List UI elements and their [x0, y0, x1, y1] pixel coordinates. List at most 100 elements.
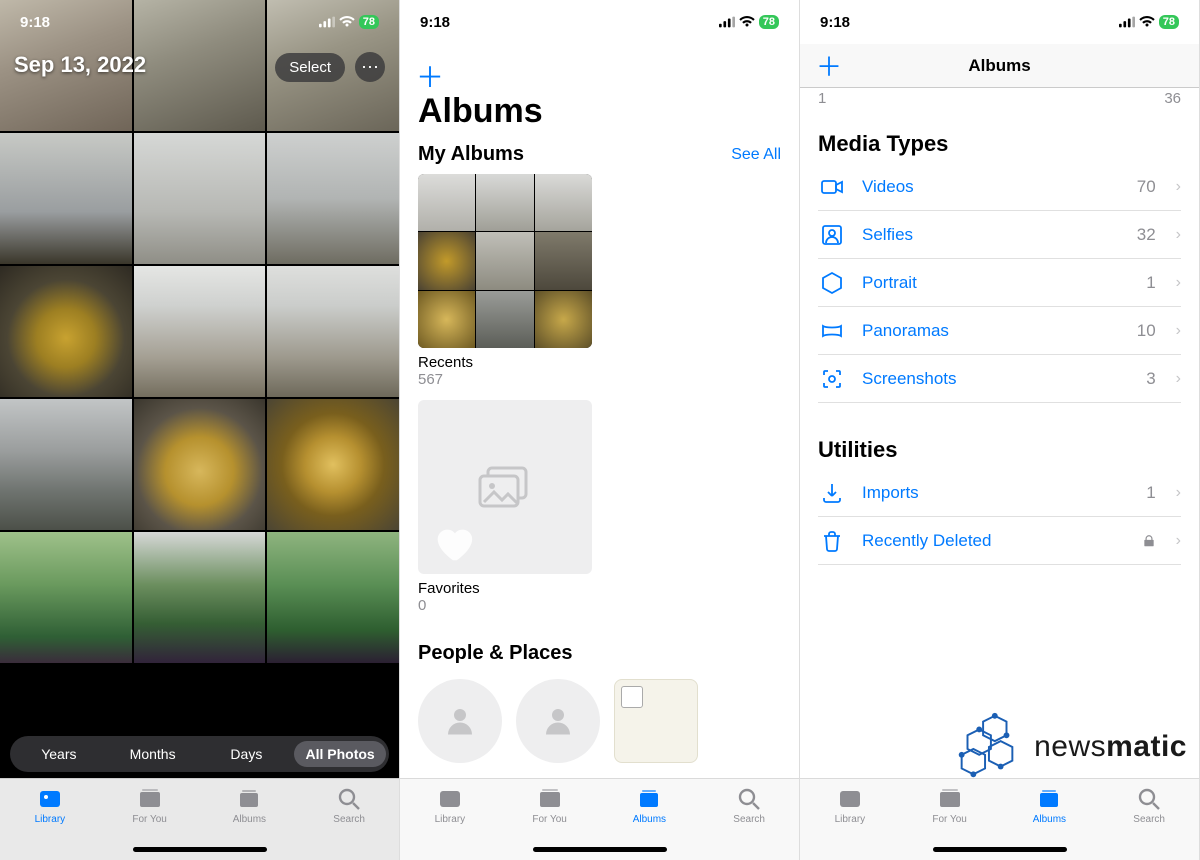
photo-thumbnail[interactable] — [0, 133, 132, 264]
select-button[interactable]: Select — [275, 53, 345, 82]
add-button[interactable]: ＋ — [416, 56, 444, 96]
selfie-icon — [818, 223, 846, 247]
tab-albums[interactable]: Albums — [200, 786, 300, 825]
utilities-imports[interactable]: Imports 1 › — [818, 469, 1181, 517]
photo-thumbnail[interactable] — [134, 266, 266, 397]
library-icon — [37, 786, 63, 812]
chevron-right-icon: › — [1176, 226, 1181, 244]
status-right: 78 — [319, 15, 379, 29]
media-panoramas[interactable]: Panoramas 10 › — [818, 307, 1181, 355]
album-favorites[interactable]: Favorites 0 — [400, 398, 799, 624]
tab-library[interactable]: Library — [0, 786, 100, 825]
video-icon — [818, 175, 846, 199]
date-label[interactable]: Sep 13, 2022 — [14, 52, 146, 78]
trash-icon — [818, 529, 846, 553]
album-name: Recents — [418, 354, 781, 371]
photo-thumbnail[interactable] — [267, 532, 399, 663]
status-bar: 9:18 78 — [400, 0, 799, 44]
places-thumbnail[interactable] — [614, 679, 698, 763]
section-utilities: Utilities — [818, 427, 1181, 469]
photo-grid[interactable] — [0, 0, 399, 860]
screen-library: 9:18 78 Sep 13, 2022 Select ⋯ Years Mont… — [0, 0, 400, 860]
more-button[interactable]: ⋯ — [355, 52, 385, 82]
media-screenshots[interactable]: Screenshots 3 › — [818, 355, 1181, 403]
media-portrait[interactable]: Portrait 1 › — [818, 259, 1181, 307]
photo-thumbnail[interactable] — [134, 133, 266, 264]
photo-thumbnail[interactable] — [267, 266, 399, 397]
album-thumbnail — [418, 174, 592, 348]
wifi-icon — [339, 16, 355, 28]
filter-months[interactable]: Months — [107, 741, 199, 767]
partial-row: 1 36 — [818, 88, 1181, 121]
search-icon — [1136, 786, 1162, 812]
item-count: 1 — [1146, 483, 1155, 503]
chevron-right-icon: › — [1176, 532, 1181, 550]
tab-for-you[interactable]: For You — [900, 786, 1000, 825]
cellular-icon — [1119, 16, 1135, 28]
tab-for-you[interactable]: For You — [100, 786, 200, 825]
item-label: Imports — [862, 483, 1130, 503]
item-count: 3 — [1146, 369, 1155, 389]
tab-for-you[interactable]: For You — [500, 786, 600, 825]
tab-label: Library — [35, 814, 66, 825]
tab-albums[interactable]: Albums — [1000, 786, 1100, 825]
people-places-row — [400, 671, 799, 763]
foryou-icon — [937, 786, 963, 812]
tab-label: Albums — [1033, 814, 1066, 825]
screen-albums: 9:18 78 ＋ Albums My Albums See All Recen… — [400, 0, 800, 860]
section-media-types: Media Types — [818, 121, 1181, 163]
item-count: 32 — [1137, 225, 1156, 245]
tab-library[interactable]: Library — [800, 786, 900, 825]
see-all-link[interactable]: See All — [731, 146, 781, 164]
panorama-icon — [818, 319, 846, 343]
status-time: 9:18 — [20, 14, 50, 31]
nav-bar: ＋ Albums — [800, 44, 1199, 88]
albums-icon — [236, 786, 262, 812]
photo-thumbnail[interactable] — [0, 532, 132, 663]
screenshot-icon — [818, 367, 846, 391]
tab-albums[interactable]: Albums — [600, 786, 700, 825]
photos-placeholder-icon — [478, 464, 532, 510]
person-circle[interactable] — [516, 679, 600, 763]
photo-thumbnail[interactable] — [134, 532, 266, 663]
photo-thumbnail[interactable] — [267, 133, 399, 264]
albums-icon — [636, 786, 662, 812]
add-button[interactable]: ＋ — [816, 47, 842, 84]
filter-days[interactable]: Days — [201, 741, 293, 767]
status-time: 9:18 — [420, 14, 450, 31]
home-indicator[interactable] — [533, 847, 667, 852]
photo-thumbnail[interactable] — [134, 399, 266, 530]
tab-search[interactable]: Search — [1099, 786, 1199, 825]
media-videos[interactable]: Videos 70 › — [818, 163, 1181, 211]
section-title: People & Places — [418, 642, 573, 665]
tab-label: For You — [532, 814, 566, 825]
tab-search[interactable]: Search — [299, 786, 399, 825]
tab-label: Library — [835, 814, 866, 825]
album-recents[interactable]: Recents 567 — [400, 172, 799, 398]
wifi-icon — [739, 16, 755, 28]
home-indicator[interactable] — [933, 847, 1067, 852]
utilities-recently-deleted[interactable]: Recently Deleted › — [818, 517, 1181, 565]
home-indicator[interactable] — [133, 847, 267, 852]
status-right: 78 — [1119, 15, 1179, 29]
person-icon — [442, 703, 478, 739]
battery-indicator: 78 — [1159, 15, 1179, 29]
photo-thumbnail[interactable] — [0, 266, 132, 397]
photo-thumbnail[interactable] — [267, 399, 399, 530]
media-selfies[interactable]: Selfies 32 › — [818, 211, 1181, 259]
import-icon — [818, 481, 846, 505]
photo-thumbnail[interactable] — [0, 399, 132, 530]
tab-search[interactable]: Search — [699, 786, 799, 825]
person-circle[interactable] — [418, 679, 502, 763]
tab-library[interactable]: Library — [400, 786, 500, 825]
library-icon — [837, 786, 863, 812]
partial-left: 1 — [818, 90, 826, 107]
foryou-icon — [137, 786, 163, 812]
filter-years[interactable]: Years — [13, 741, 105, 767]
filter-all-photos[interactable]: All Photos — [294, 741, 386, 767]
wifi-icon — [1139, 16, 1155, 28]
top-controls: Select ⋯ — [275, 52, 385, 82]
status-right: 78 — [719, 15, 779, 29]
item-label: Videos — [862, 177, 1121, 197]
heart-icon — [426, 520, 480, 566]
